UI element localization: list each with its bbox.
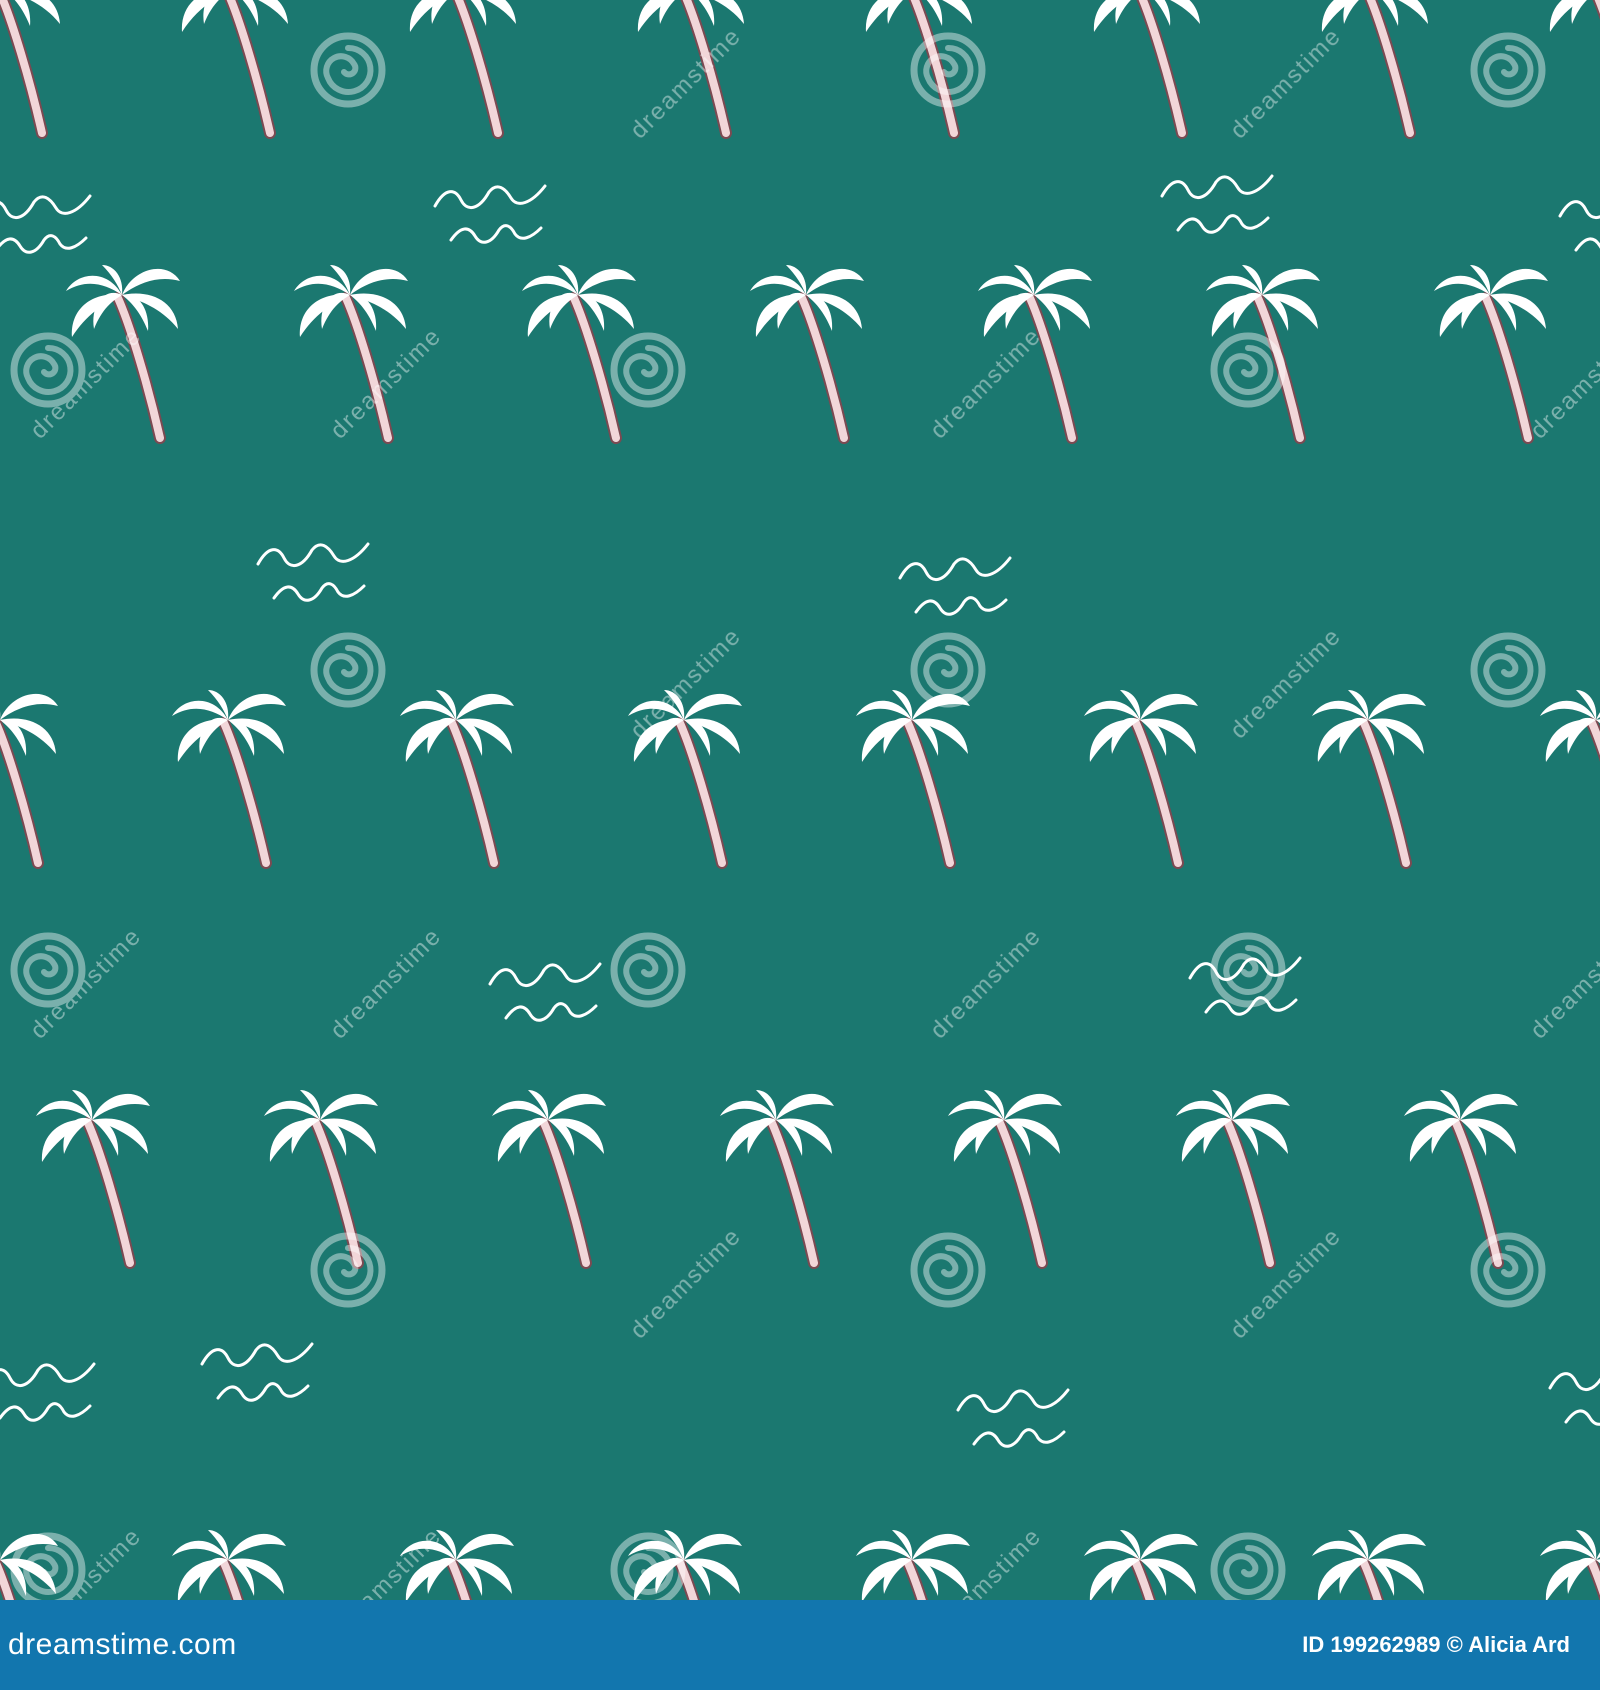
pattern-area: dreamstime dreamstime dreamstime dreamstime…	[0, 0, 1600, 1600]
palm-wave-pattern: dreamstime dreamstimedreamstime dreamstime…	[0, 0, 1600, 1600]
pattern-background	[0, 0, 1600, 1600]
footer-brand[interactable]: dreamstime.com	[8, 1628, 237, 1662]
footer-bar: dreamstime.com ID 199262989 © Alicia Ard	[0, 1600, 1600, 1690]
footer-credit: ID 199262989 © Alicia Ard	[1302, 1632, 1570, 1657]
